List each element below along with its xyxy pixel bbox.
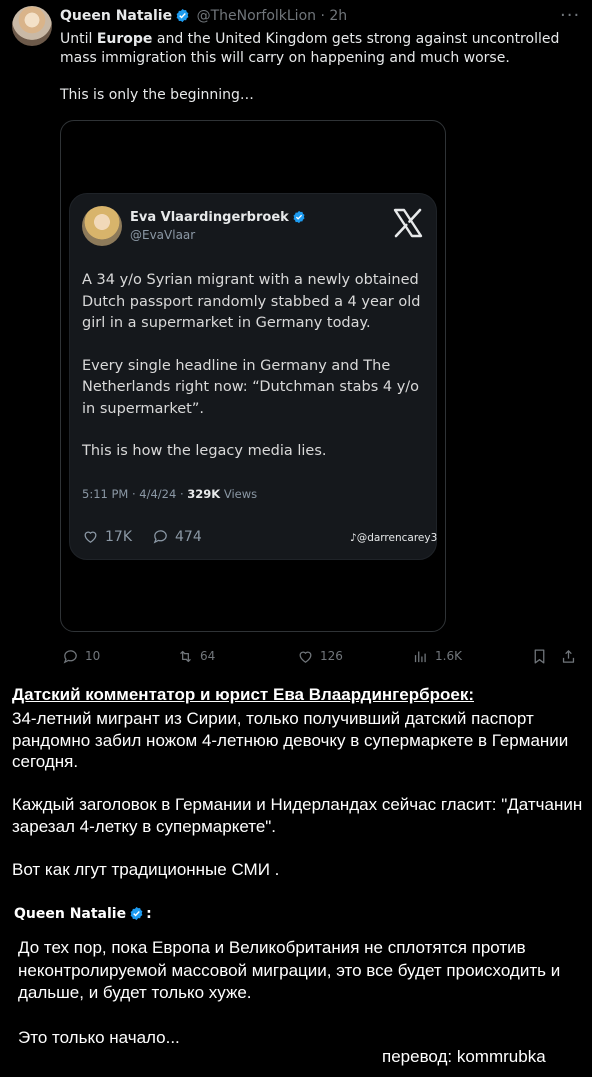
retweet-count: 64 — [200, 649, 216, 663]
translation-text-2: До тех пор, пока Европа и Великобритания… — [18, 937, 588, 1050]
reply-icon — [63, 649, 77, 663]
translation-paragraph-4: До тех пор, пока Европа и Великобритания… — [18, 938, 561, 1002]
embedded-actions: 17K 474 — [82, 528, 202, 545]
embedded-verified-icon — [293, 210, 305, 224]
embedded-paragraph-2: Every single headline in Germany and The… — [82, 357, 420, 417]
bookmark-button[interactable] — [531, 646, 554, 666]
like-button[interactable]: 126 — [297, 646, 343, 666]
share-button[interactable] — [560, 646, 583, 666]
tweet-text-line2: This is only the beginning… — [60, 86, 254, 103]
views-button[interactable]: 1.6K — [412, 646, 462, 666]
separator-dot: · — [320, 8, 325, 24]
embedded-views-count: 329K — [187, 487, 221, 501]
translation-credit: перевод: kommrubka — [382, 1047, 546, 1066]
verified-badge-icon — [176, 8, 189, 23]
embedded-paragraph-1: A 34 y/o Syrian migrant with a newly obt… — [82, 272, 421, 331]
tweet-media[interactable]: Eva Vlaardingerbroek @EvaVlaar A 34 y/o … — [60, 120, 446, 632]
retweet-icon — [180, 650, 191, 662]
tiktok-icon: ♪ — [350, 532, 357, 544]
retweet-button[interactable]: 64 — [177, 646, 215, 666]
embedded-tweet-text: A 34 y/o Syrian migrant with a newly obt… — [82, 270, 422, 484]
more-options-icon[interactable]: ··· — [560, 5, 580, 26]
translation-author: Queen Natalie: — [14, 906, 152, 922]
translation-paragraph-3: Вот как лгут традиционные СМИ . — [12, 859, 280, 879]
tweet-header: Queen Natalie @TheNorfolkLion · 2h — [60, 7, 347, 25]
heart-icon — [299, 651, 312, 663]
embedded-replies-count: 474 — [175, 528, 202, 545]
embedded-avatar — [82, 206, 122, 246]
embedded-tweet-card: Eva Vlaardingerbroek @EvaVlaar A 34 y/o … — [69, 193, 437, 560]
analytics-icon — [414, 651, 426, 662]
author-name[interactable]: Queen Natalie — [60, 8, 172, 24]
tweet-text-bold: Europe — [96, 31, 153, 47]
reply-button[interactable]: 10 — [62, 646, 100, 666]
tweet-text: Until Europe and the United Kingdom gets… — [60, 30, 585, 104]
translation-paragraph-2: Каждый заголовок в Германии и Нидерланда… — [12, 795, 583, 836]
embedded-meta: 5:11 PM · 4/4/24 · 329K Views — [82, 487, 258, 501]
x-logo-icon — [393, 208, 423, 238]
author-handle[interactable]: @TheNorfolkLion — [197, 8, 316, 24]
bookmark-icon — [534, 648, 545, 664]
author-avatar[interactable] — [12, 6, 52, 46]
embedded-author-name: Eva Vlaardingerbroek — [130, 210, 308, 225]
embedded-paragraph-3: This is how the legacy media lies. — [82, 443, 327, 459]
tweet-text-before: Until — [60, 31, 97, 47]
translation-paragraph-1: 34-летний мигрант из Сирии, только получ… — [12, 709, 569, 771]
reply-icon — [153, 530, 167, 544]
translation-text: 34-летний мигрант из Сирии, только получ… — [12, 708, 587, 880]
like-count: 126 — [320, 649, 343, 663]
tiktok-watermark: ♪@darrencarey3 — [350, 532, 438, 544]
reply-count: 10 — [85, 649, 101, 663]
embedded-handle: @EvaVlaar — [130, 228, 196, 242]
heart-icon — [84, 531, 97, 543]
views-count: 1.6K — [435, 649, 462, 663]
share-icon — [562, 649, 575, 663]
translation-title: Датский комментатор и юрист Ева Влаардин… — [12, 685, 474, 704]
tweet-time[interactable]: 2h — [329, 8, 347, 24]
translation-author-colon: : — [146, 906, 152, 922]
verified-badge-icon — [130, 906, 143, 921]
embedded-likes-count: 17K — [105, 528, 132, 545]
